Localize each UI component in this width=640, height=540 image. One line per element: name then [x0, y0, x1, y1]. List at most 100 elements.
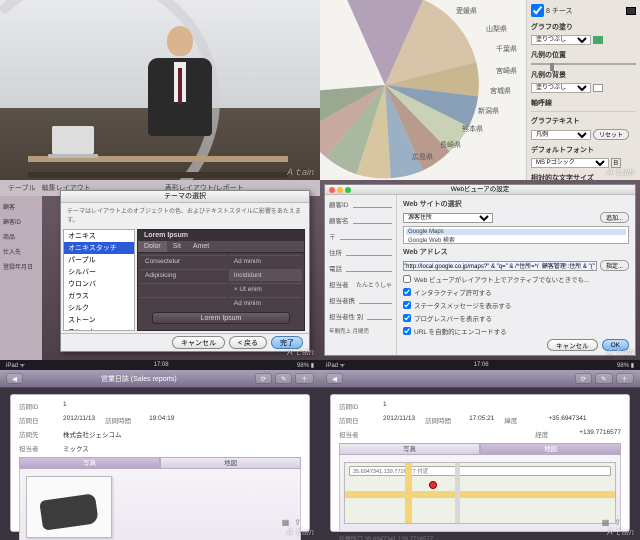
nav-title: 営業日誌 (Sales reports): [101, 374, 177, 384]
watermark: Aｔain: [287, 525, 314, 538]
close-icon[interactable]: [329, 187, 335, 193]
theme-item[interactable]: ストーン: [64, 314, 134, 326]
sidebar-item[interactable]: 顧客: [3, 202, 39, 211]
record-card: 訪問ID1 訪問日2012/11/13 訪問時間19:04:19 訪問先株式会社…: [10, 394, 310, 532]
section-graph-text: グラフテキスト: [531, 116, 636, 126]
status-bar: iPad ᯤ17:0898% ▮: [0, 360, 320, 370]
status-bar: iPad ᯤ17:0698% ▮: [320, 360, 640, 370]
ribbon-tab[interactable]: テーブル: [8, 183, 36, 193]
map-view[interactable]: 35.6947341,139.7716577 付近: [344, 462, 616, 524]
chart-label: 熊本県: [462, 124, 483, 134]
tabs: 写真 地図: [19, 457, 301, 469]
add-icon[interactable]: ＋: [295, 373, 314, 384]
reset-button[interactable]: リセット: [593, 129, 629, 140]
section-axis: 軸呼線: [531, 98, 636, 108]
preview-tab: Dolor: [138, 241, 167, 252]
photo-area: [19, 468, 301, 540]
source-list[interactable]: Google Maps Google Web 検索 MapQuest Wikip…: [403, 226, 629, 244]
theme-item[interactable]: パープル: [64, 254, 134, 266]
tab-map[interactable]: 地図: [480, 443, 621, 455]
theme-item[interactable]: シルバー: [64, 266, 134, 278]
dialog-title: テーマの選択: [61, 191, 309, 203]
refresh-icon[interactable]: ⟳: [575, 373, 592, 384]
nav-bar: ◀ ⟳ ✎ ＋: [320, 370, 640, 388]
min-icon[interactable]: [337, 187, 343, 193]
swatch[interactable]: [593, 84, 603, 92]
theme-item[interactable]: スレート: [64, 326, 134, 331]
preview-tab: Amet: [187, 241, 215, 252]
expression-input[interactable]: [403, 261, 597, 271]
chk-progress[interactable]: [403, 314, 411, 322]
tab-photo[interactable]: 写真: [339, 443, 480, 455]
map-search[interactable]: 35.6947341,139.7716577 付近: [349, 466, 611, 476]
pie-checkbox[interactable]: [531, 4, 544, 17]
preview-button: Lorem Ipsum: [152, 312, 290, 324]
edit-icon[interactable]: ✎: [275, 373, 292, 384]
ipad-map-pane: iPad ᯤ17:0698% ▮ ◀ ⟳ ✎ ＋ 訪問ID1 訪問日2012/1…: [320, 360, 640, 540]
theme-item[interactable]: オニキス: [64, 230, 134, 242]
chk-interactive[interactable]: [403, 288, 411, 296]
watermark: Aｔain: [287, 345, 314, 358]
swatch[interactable]: [626, 7, 636, 15]
map-area: 35.6947341,139.7716577 付近: [339, 454, 621, 532]
swatch[interactable]: [593, 36, 603, 44]
chart-label: 宮崎県: [496, 66, 517, 76]
webviewer-setup-pane: Webビューアの設定 顧客ID 顧客名 〒 住所 電話 担当者たんとうしゃ 担当…: [320, 180, 640, 360]
preview-table: ConsecteturAd minim AdipisicingIncididun…: [138, 253, 304, 311]
watermark: Aｔain: [607, 345, 634, 358]
map-caption: 診療所口 35.6947341,139.7716577: [339, 534, 621, 540]
chk-encode[interactable]: [403, 327, 411, 335]
theme-preview: Lorem Ipsum Dolor Sit Amet ConsecteturAd…: [137, 229, 305, 331]
inspector-panel: 8 チース グラフの塗り 塗りつぶし 凡例の位置 凡例の背景 塗りつぶし 軸呼線…: [526, 0, 640, 180]
refresh-icon[interactable]: ⟳: [255, 373, 272, 384]
back-button[interactable]: < 戻る: [229, 336, 267, 349]
back-button[interactable]: ◀: [326, 373, 343, 384]
chart-label: 千葉県: [496, 44, 517, 54]
sidebar-item[interactable]: 顧客ID: [3, 217, 39, 226]
theme-item-selected[interactable]: オニキスタッチ: [64, 242, 134, 254]
specify-button[interactable]: 指定...: [600, 260, 629, 271]
chart-inspector-pane: 愛媛県 山梨県 千葉県 宮崎県 宮城県 新潟県 熊本県 長崎県 広島県 8 チー…: [320, 0, 640, 180]
cancel-button[interactable]: キャンセル: [547, 339, 598, 351]
tab-photo[interactable]: 写真: [19, 457, 160, 469]
chk-status[interactable]: [403, 301, 411, 309]
presenter-pane: Aｔain: [0, 0, 320, 180]
watermark: Aｔain: [607, 525, 634, 538]
bg-select[interactable]: 塗りつぶし: [531, 83, 591, 93]
zoom-icon[interactable]: [345, 187, 351, 193]
chart-label: 新潟県: [478, 106, 499, 116]
add-button[interactable]: 追加...: [600, 212, 629, 223]
preview-tab: Sit: [167, 241, 187, 252]
pie-chk-label: 8 チース: [546, 6, 573, 16]
laptop: [52, 126, 94, 154]
edit-icon[interactable]: ✎: [595, 373, 612, 384]
chart-label: 広島県: [412, 152, 433, 162]
field-underline[interactable]: [353, 200, 393, 208]
source-item[interactable]: Google Web 検索: [406, 235, 626, 244]
sidebar-item[interactable]: 仕入先: [3, 247, 39, 256]
sidebar-item[interactable]: 登録年月日: [3, 262, 39, 271]
chart-label: 長崎県: [440, 140, 461, 150]
sidebar-item[interactable]: 商品: [3, 232, 39, 241]
chart-label: 愛媛県: [456, 6, 477, 16]
tab-map[interactable]: 地図: [160, 457, 301, 469]
record-card: 訪問ID1 訪問日2012/11/13 訪問時間17:05:21 緯度+35.6…: [330, 394, 630, 532]
address-field-select[interactable]: 源客住所: [403, 213, 493, 223]
style-select[interactable]: 塗りつぶし: [531, 35, 591, 45]
legend-pos-slider[interactable]: [531, 63, 636, 65]
cancel-button[interactable]: キャンセル: [172, 336, 225, 349]
font-select[interactable]: MS Pゴシック: [531, 158, 609, 168]
section-default-font: デフォルトフォント: [531, 145, 636, 155]
back-button[interactable]: ◀: [6, 373, 23, 384]
chk-inactive[interactable]: [403, 275, 411, 283]
text-select[interactable]: 凡例: [531, 130, 591, 140]
theme-item[interactable]: ガラス: [64, 290, 134, 302]
presenter: [140, 26, 220, 156]
add-icon[interactable]: ＋: [616, 373, 635, 384]
photo-thumbnail[interactable]: [26, 476, 112, 538]
chart-label: 山梨県: [486, 24, 507, 34]
theme-item[interactable]: ウロンバ: [64, 278, 134, 290]
theme-list[interactable]: オニキス オニキスタッチ パープル シルバー ウロンバ ガラス シルク ストーン…: [63, 229, 135, 331]
nav-bar: ◀ 営業日誌 (Sales reports) ⟳ ✎ ＋: [0, 370, 320, 388]
theme-item[interactable]: シルク: [64, 302, 134, 314]
